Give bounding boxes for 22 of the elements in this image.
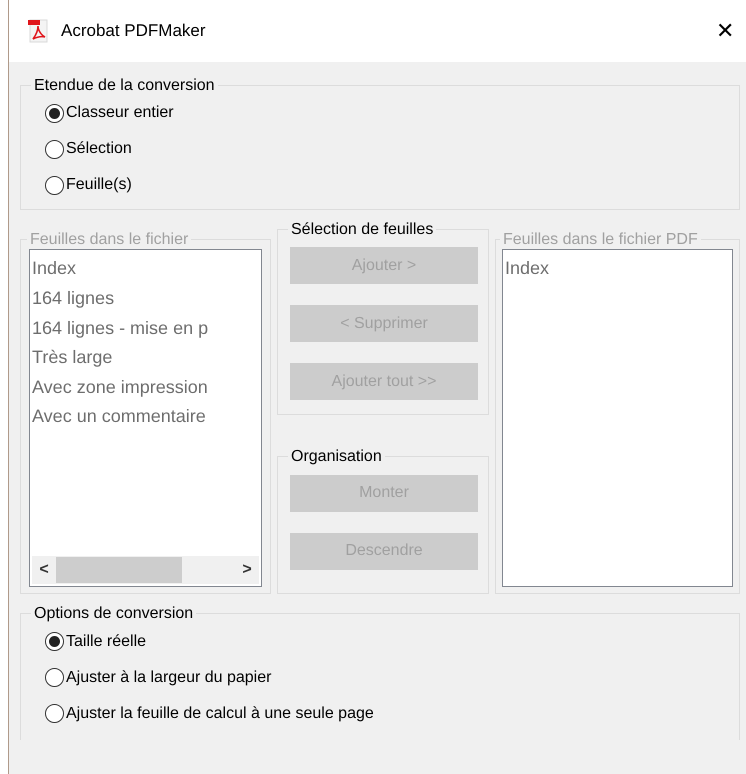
window-title: Acrobat PDFMaker — [61, 20, 207, 42]
radio-label: Feuille(s) — [66, 175, 132, 196]
group-title: Sélection de feuilles — [290, 220, 434, 240]
group-title: Organisation — [290, 447, 383, 467]
group-title: Options de conversion — [33, 604, 194, 624]
radio-button[interactable] — [45, 140, 64, 159]
scrollbar-thumb[interactable] — [56, 557, 182, 584]
radio-label: Taille réelle — [66, 632, 146, 652]
radio-label: Ajuster à la largeur du papier — [66, 668, 272, 688]
radio-label: Ajuster la feuille de calcul à une seule page — [66, 704, 374, 724]
radio-button[interactable] — [45, 668, 64, 688]
radio-label: Classeur entier — [66, 103, 174, 124]
radio-button[interactable] — [45, 704, 64, 724]
pdf-document-icon — [27, 19, 49, 43]
radio-button[interactable] — [45, 632, 64, 652]
group-title: Feuilles dans le fichier — [29, 230, 190, 250]
group-title: Feuilles dans le fichier PDF — [502, 230, 699, 250]
radio-button[interactable] — [45, 176, 64, 195]
radio-button[interactable] — [45, 104, 64, 123]
radio-label: Sélection — [66, 139, 132, 160]
close-button[interactable]: ✕ — [710, 16, 740, 46]
group-title: Etendue de la conversion — [33, 76, 216, 96]
